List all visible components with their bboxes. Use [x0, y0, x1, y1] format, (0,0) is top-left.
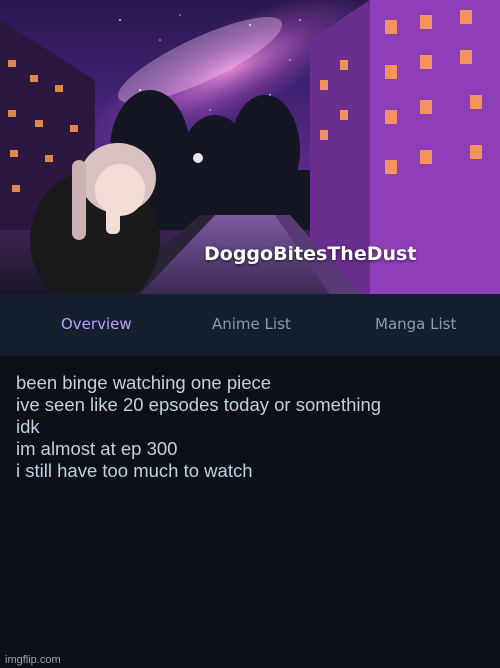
- post-line: idk: [16, 416, 40, 437]
- post-line: i still have too much to watch: [16, 460, 253, 481]
- tab-overview[interactable]: Overview: [61, 315, 132, 333]
- profile-tabs: Overview Anime List Manga List: [0, 294, 500, 356]
- post-line: been binge watching one piece: [16, 372, 272, 393]
- tab-manga-list[interactable]: Manga List: [375, 315, 456, 333]
- post-line: im almost at ep 300: [16, 438, 178, 459]
- tab-anime-list[interactable]: Anime List: [212, 315, 291, 333]
- post-content: been binge watching one piece ive seen l…: [0, 356, 500, 668]
- profile-username: DoggoBitesTheDust: [204, 243, 417, 265]
- profile-banner: DoggoBitesTheDust: [0, 0, 500, 294]
- post-line: ive seen like 20 epsodes today or someth…: [16, 394, 382, 415]
- watermark: imgflip.com: [5, 654, 61, 666]
- post-text: been binge watching one piece ive seen l…: [16, 372, 496, 482]
